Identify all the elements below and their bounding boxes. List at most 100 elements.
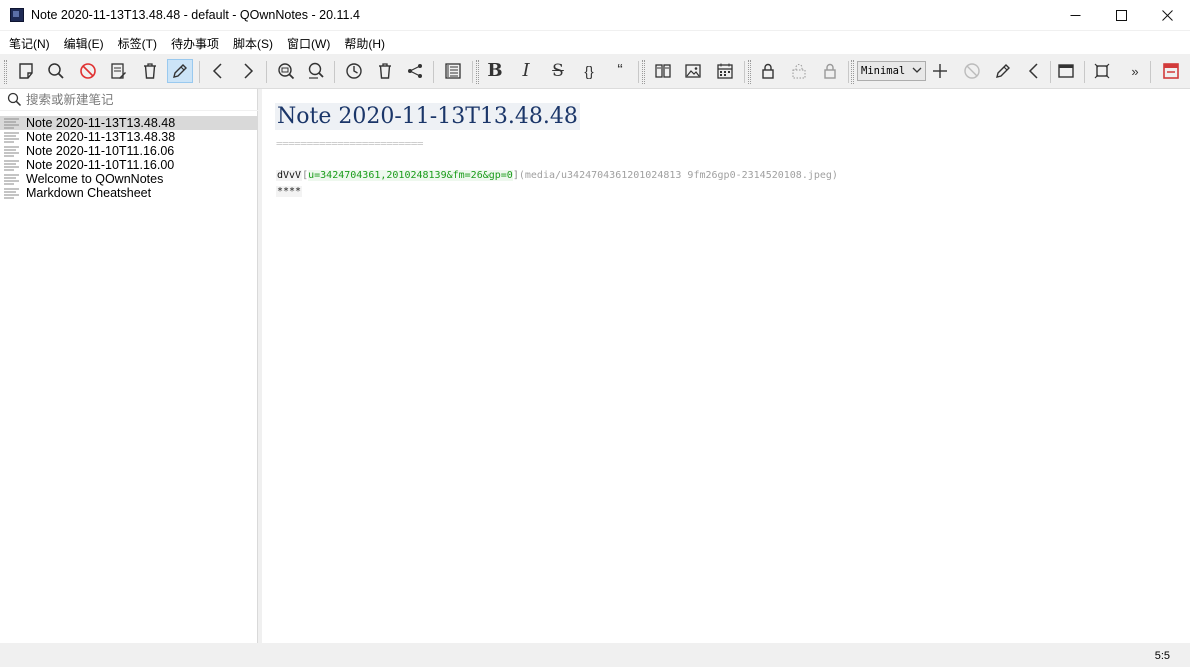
search-all-icon [308,62,324,79]
app-icon [10,8,24,22]
share-icon [408,64,422,78]
decrypt-button[interactable] [817,59,843,83]
menu-help[interactable]: 帮助(H) [337,31,392,54]
forward-button[interactable] [235,59,261,83]
new-note-icon [19,63,33,79]
close-button[interactable] [1144,0,1190,30]
pencil-icon [173,64,187,78]
insert-image-button[interactable] [680,59,706,83]
minimize-icon [1070,14,1080,16]
close-icon [1161,9,1173,21]
image-link-url[interactable]: (media/u3424704361201024813 9fm26gp0-231… [519,170,838,181]
delete-note-button[interactable] [137,59,163,83]
strikethrough-button[interactable]: S [545,59,571,83]
edit-list-button[interactable] [105,59,131,83]
strikethrough-icon: S [552,61,564,81]
quit-button[interactable] [1158,59,1184,83]
toolbar-separator [1150,61,1151,83]
lock-dotted-icon [792,64,806,79]
search-icon [7,92,22,107]
code-button[interactable]: {} [576,59,602,83]
edit-mode-button[interactable] [167,59,193,83]
editor-heading: Note 2020-11-13T13.48.48 [275,103,580,130]
add-workspace-button[interactable] [927,59,953,83]
note-search-input[interactable] [26,91,252,109]
code-icon: {} [584,63,594,79]
editor-heading-underline: ======================== [276,137,423,150]
menu-scripts[interactable]: 脚本(S) [226,31,280,54]
menu-tags[interactable]: 标签(T) [111,31,164,54]
note-list-item[interactable]: Note 2020-11-10T11.16.06 [0,144,258,158]
clock-icon [346,63,362,79]
bold-button[interactable]: B [482,59,508,83]
remove-button[interactable] [75,59,101,83]
new-note-button[interactable] [13,59,39,83]
chevron-down-icon [912,67,922,73]
note-list-item[interactable]: Note 2020-11-10T11.16.00 [0,158,258,172]
toolbar-separator [848,61,849,83]
chevron-left-icon [1028,63,1038,79]
remove-workspace-button[interactable] [959,59,985,83]
editor-mode-select[interactable]: Minimal [857,61,926,81]
note-list-item[interactable]: Note 2020-11-13T13.48.38 [0,130,258,144]
note-lines-icon [4,146,19,156]
rename-workspace-button[interactable] [990,59,1016,83]
image-link-text[interactable]: u=3424704361,2010248139&fm=26&gp=0 [308,170,513,181]
toolbar-grip[interactable] [748,60,751,84]
toolbar-grip[interactable] [4,60,7,84]
previous-workspace-button[interactable] [1021,59,1047,83]
note-edit-icon [111,63,126,79]
trash-icon [144,63,156,79]
menu-edit[interactable]: 编辑(E) [57,31,111,54]
unlock-icon [824,63,836,79]
italic-icon: I [522,60,530,81]
trash-button[interactable] [372,59,398,83]
toolbar-grip[interactable] [642,60,645,84]
toolbar-separator [334,61,335,83]
cursor-position: 5:5 [1154,650,1170,662]
note-list-item[interactable]: Note 2020-11-13T13.48.48 [0,116,258,130]
title-bar: Note 2020-11-13T13.48.48 - default - QOw… [0,0,1190,31]
toggle-menubar-button[interactable] [1053,59,1079,83]
insert-date-button[interactable] [712,59,738,83]
minimize-button[interactable] [1052,0,1098,30]
share-button[interactable] [402,59,428,83]
find-in-note-button[interactable] [273,59,299,83]
toc-button[interactable] [440,59,466,83]
window-title: Note 2020-11-13T13.48.48 - default - QOw… [31,8,360,22]
exit-icon [1163,63,1179,79]
note-title: Note 2020-11-13T13.48.48 [26,116,176,130]
insert-table-button[interactable] [650,59,676,83]
prohibited-icon [964,63,980,79]
history-button[interactable] [341,59,367,83]
status-bar: 5:5 [0,643,1190,667]
calendar-icon [717,63,733,79]
note-title: Welcome to QOwnNotes [26,172,164,186]
note-search-box [0,89,258,111]
toolbar-grip[interactable] [851,60,854,84]
edit-encrypted-button[interactable] [786,59,812,83]
menu-window[interactable]: 窗口(W) [280,31,337,54]
encrypt-button[interactable] [755,59,781,83]
menu-bar: 笔记(N) 编辑(E) 标签(T) 待办事项 脚本(S) 窗口(W) 帮助(H) [0,31,1190,54]
back-button[interactable] [205,59,231,83]
note-title: Markdown Cheatsheet [26,186,152,200]
search-note-button[interactable] [43,59,69,83]
italic-button[interactable]: I [513,59,539,83]
note-list-item[interactable]: Markdown Cheatsheet [0,186,258,200]
distraction-free-button[interactable] [1089,59,1115,83]
quote-button[interactable]: “ [607,59,633,83]
note-lines-icon [4,188,19,198]
toolbar-separator [199,61,200,83]
toolbar-overflow-button[interactable]: » [1126,59,1144,83]
editor-text: dVvV [276,170,303,181]
menu-note[interactable]: 笔记(N) [2,31,57,54]
note-editor[interactable]: Note 2020-11-13T13.48.48 ===============… [262,89,1190,643]
maximize-button[interactable] [1098,0,1144,30]
note-list-item[interactable]: Welcome to QOwnNotes [0,172,258,186]
toolbar-grip[interactable] [476,60,479,84]
search-all-button[interactable] [303,59,329,83]
menu-todo[interactable]: 待办事项 [164,31,226,54]
toolbar-separator [638,61,639,83]
toolbar-separator [1084,61,1085,83]
